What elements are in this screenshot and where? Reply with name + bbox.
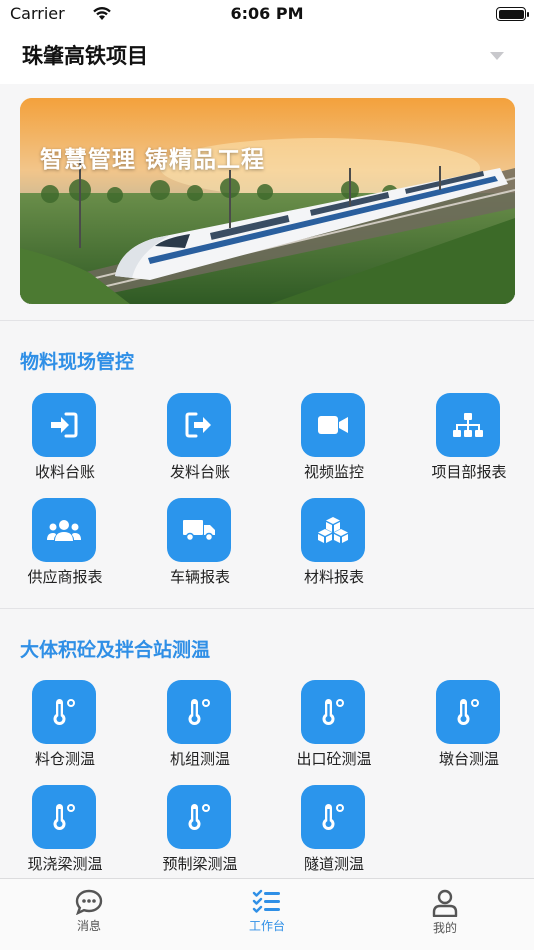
grid-item-material-report[interactable]: 材料报表 [279,498,389,598]
grid-item-label: 预制梁测温 [162,855,238,873]
banner-image[interactable]: 智慧管理 铸精品工程 [20,98,515,304]
grid-item-label: 料仓测温 [34,750,95,768]
status-bar: Carrier 6:06 PM [0,0,534,28]
grid-item-tunnel-temp[interactable]: 隧道测温 [279,785,389,885]
grid-item-silo-temp[interactable]: 料仓测温 [10,680,120,780]
truck-icon [167,498,231,562]
thermometer-icon [301,680,365,744]
grid-item-label: 隧道测温 [303,855,364,873]
grid-item-label: 材料报表 [303,568,364,586]
chevron-down-icon[interactable] [490,52,504,60]
section-title: 物料现场管控 [20,351,135,373]
tab-label: 工作台 [248,919,285,933]
grid-item-issue-ledger[interactable]: 发料台账 [145,393,255,493]
chat-bubble-icon [75,889,103,915]
grid-item-castinplace-beam-temp[interactable]: 现浇梁测温 [10,785,120,885]
tab-workbench[interactable]: 工作台 [217,889,317,939]
material-section: 物料现场管控 收料台账 发料台账 视频监控 项目部报表 供应商报表 车辆报表 材… [0,321,534,609]
tab-messages[interactable]: 消息 [39,889,139,939]
video-camera-icon [301,393,365,457]
thermometer-icon [436,680,500,744]
grid-item-label: 项目部报表 [431,463,507,481]
grid-item-vehicle-report[interactable]: 车辆报表 [145,498,255,598]
thermometer-icon [301,785,365,849]
checklist-icon [252,889,280,913]
grid-item-outlet-concrete-temp[interactable]: 出口砼测温 [279,680,389,780]
grid-item-precast-beam-temp[interactable]: 预制梁测温 [145,785,255,885]
sign-in-icon [32,393,96,457]
project-selector-title[interactable]: 珠肇高铁项目 [22,40,148,70]
grid-item-receive-ledger[interactable]: 收料台账 [10,393,120,493]
grid-item-label: 发料台账 [169,463,230,481]
thermometer-icon [167,680,231,744]
thermometer-icon [32,785,96,849]
tab-profile[interactable]: 我的 [395,889,495,939]
battery-icon [496,7,529,21]
grid-item-dept-report[interactable]: 项目部报表 [414,393,524,493]
banner-section: 智慧管理 铸精品工程 [0,84,534,320]
grid-item-label: 收料台账 [34,463,95,481]
tab-label: 我的 [432,921,457,935]
cubes-icon [301,498,365,562]
section-title: 大体积砼及拌合站测温 [20,639,211,661]
header: 珠肇高铁项目 [0,28,534,84]
grid-item-unit-temp[interactable]: 机组测温 [145,680,255,780]
grid-item-pier-temp[interactable]: 墩台测温 [414,680,524,780]
grid-item-label: 供应商报表 [27,568,103,586]
thermometer-icon [167,785,231,849]
user-icon [432,889,458,917]
banner-slogan: 智慧管理 铸精品工程 [40,147,266,173]
grid-item-label: 出口砼测温 [296,750,372,768]
temperature-section: 大体积砼及拌合站测温 料仓测温 机组测温 出口砼测温 墩台测温 现浇梁测温 预制 [0,609,534,878]
org-chart-icon [436,393,500,457]
sign-out-icon [167,393,231,457]
tab-bar: 消息 工作台 我的 [0,878,534,950]
train-illustration [20,98,515,304]
grid-item-label: 机组测温 [169,750,230,768]
grid-item-label: 现浇梁测温 [27,855,103,873]
users-group-icon [32,498,96,562]
grid-item-label: 墩台测温 [438,750,499,768]
grid-item-video-monitor[interactable]: 视频监控 [279,393,389,493]
status-time: 6:06 PM [230,4,304,23]
tab-label: 消息 [76,919,101,933]
thermometer-icon [32,680,96,744]
grid-item-label: 视频监控 [303,463,364,481]
grid-item-label: 车辆报表 [169,568,230,586]
grid-item-supplier-report[interactable]: 供应商报表 [10,498,120,598]
